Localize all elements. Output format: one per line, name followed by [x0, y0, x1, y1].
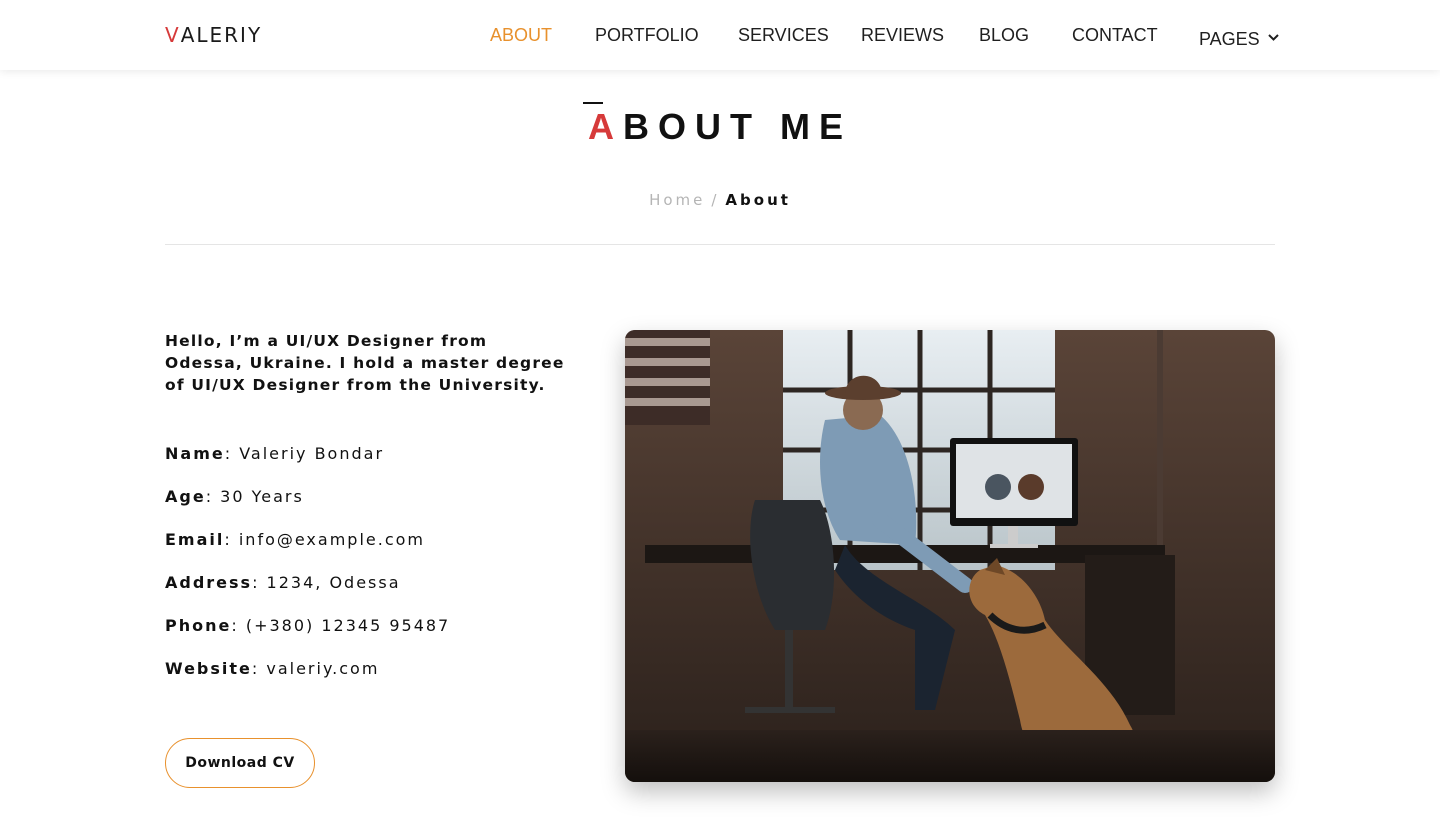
logo-text: ALERIY [180, 23, 263, 47]
info-row-phone: Phone: (+380) 12345 95487 [165, 616, 595, 659]
nav-item-pages-label: PAGES [1199, 29, 1260, 49]
nav-item-pages[interactable]: PAGES [1199, 0, 1279, 70]
breadcrumb-separator: / [711, 191, 720, 209]
breadcrumb-home-link[interactable]: Home [649, 191, 705, 209]
page-title-initial: A [588, 106, 623, 147]
photo-man-with-dog-at-desk-icon [625, 330, 1275, 782]
personal-info-list: Name: Valeriy Bondar Age: 30 Years Email… [165, 444, 595, 702]
info-label: Address [165, 573, 253, 592]
info-row-name: Name: Valeriy Bondar [165, 444, 595, 487]
info-label: Age [165, 487, 206, 506]
info-label: Email [165, 530, 225, 549]
info-row-website: Website: valeriy.com [165, 659, 595, 702]
title-accent-dash [583, 102, 603, 104]
nav-item-portfolio[interactable]: PORTFOLIO [595, 0, 699, 70]
info-label: Website [165, 659, 252, 678]
info-value: : info@example.com [224, 530, 425, 549]
logo-initial: V [165, 23, 181, 47]
nav-item-services[interactable]: SERVICES [738, 0, 829, 70]
info-value: : 1234, Odessa [252, 573, 401, 592]
page-title-text: BOUT ME [623, 106, 852, 147]
info-value: : 30 Years [205, 487, 304, 506]
info-row-email: Email: info@example.com [165, 530, 595, 573]
page-title-section: ABOUT ME [0, 92, 1440, 162]
about-intro: Hello, I’m a UI/UX Designer from Odessa,… [165, 332, 565, 394]
info-label: Name [165, 444, 225, 463]
nav-item-reviews[interactable]: REVIEWS [861, 0, 944, 70]
breadcrumb-current: About [725, 191, 791, 209]
nav-item-blog[interactable]: BLOG [979, 0, 1029, 70]
info-value: : Valeriy Bondar [224, 444, 385, 463]
logo[interactable]: V ALERIY [165, 22, 262, 48]
info-row-age: Age: 30 Years [165, 487, 595, 530]
info-value: : (+380) 12345 95487 [231, 616, 451, 635]
info-label: Phone [165, 616, 232, 635]
nav-item-about[interactable]: ABOUT [490, 0, 552, 70]
nav-item-contact[interactable]: CONTACT [1072, 0, 1158, 70]
section-divider [165, 244, 1275, 245]
site-header: V ALERIY ABOUT PORTFOLIO SERVICES REVIEWS… [0, 0, 1440, 70]
about-photo [625, 330, 1275, 782]
breadcrumb: Home / About [0, 191, 1440, 209]
chevron-down-icon [1267, 0, 1279, 70]
main-nav: ABOUT PORTFOLIO SERVICES REVIEWS BLOG CO… [490, 0, 1279, 70]
info-row-address: Address: 1234, Odessa [165, 573, 595, 616]
download-cv-button[interactable]: Download CV [165, 738, 315, 788]
info-value: : valeriy.com [251, 659, 380, 678]
page-title: ABOUT ME [0, 106, 1440, 148]
